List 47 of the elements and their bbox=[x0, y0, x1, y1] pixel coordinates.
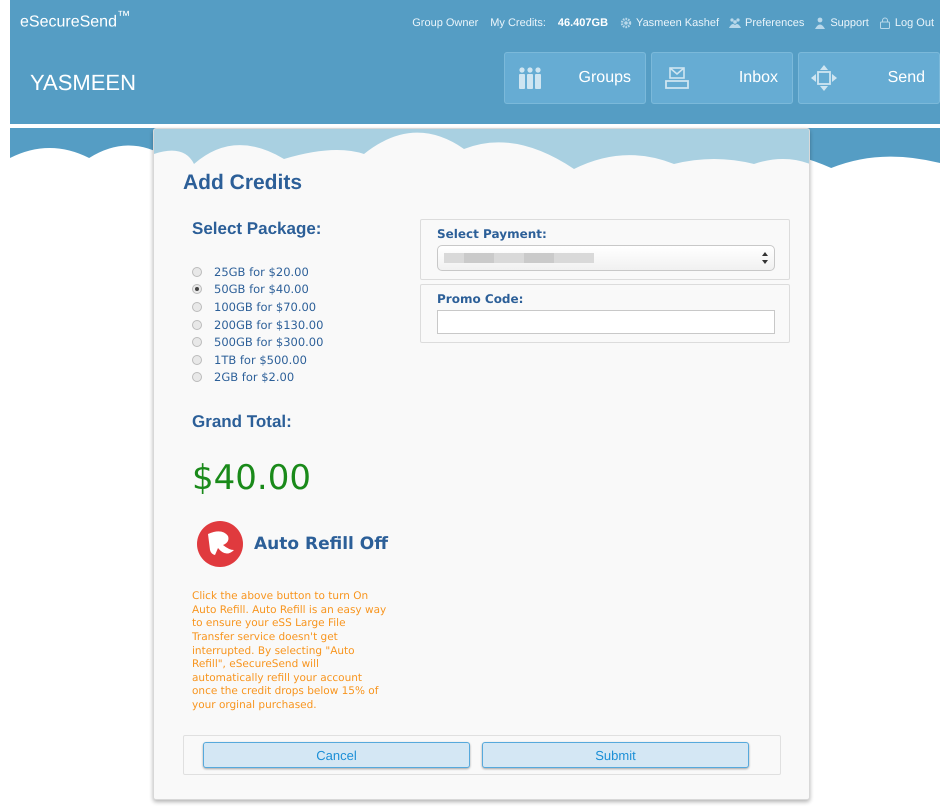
radio-button[interactable] bbox=[192, 372, 202, 382]
lock-icon bbox=[878, 17, 891, 29]
field-label: Promo Code: bbox=[437, 292, 524, 306]
move-arrows-icon bbox=[811, 65, 837, 91]
section-heading: Grand Total: bbox=[192, 412, 293, 432]
nav-tile[interactable]: Groups bbox=[504, 52, 646, 104]
auto-refill-label: Auto Refill Off bbox=[254, 534, 388, 554]
field-label: Select Payment: bbox=[437, 227, 548, 241]
radio-button[interactable] bbox=[192, 354, 202, 365]
form-button[interactable]: Submit bbox=[482, 742, 749, 768]
header-link[interactable]: Log Out bbox=[894, 17, 934, 29]
package-option[interactable]: 25GB for $20.00 bbox=[214, 264, 309, 279]
page-title: Add Credits bbox=[183, 171, 304, 195]
people-icon bbox=[729, 17, 742, 29]
credits-value: 46.407GB bbox=[558, 17, 608, 29]
package-option[interactable]: 50GB for $40.00 bbox=[214, 282, 309, 296]
radio-button[interactable] bbox=[192, 337, 202, 348]
form-button[interactable]: Cancel bbox=[203, 742, 470, 768]
updown-caret-icon bbox=[762, 252, 768, 264]
gear-icon bbox=[620, 17, 632, 29]
header-link[interactable]: Yasmeen Kashef bbox=[636, 17, 720, 29]
role-label: Group Owner bbox=[412, 17, 478, 29]
nav-tile[interactable]: Send bbox=[798, 52, 940, 104]
inbox-icon bbox=[664, 65, 690, 91]
promo-code-field[interactable] bbox=[437, 310, 775, 334]
people-icon bbox=[517, 65, 543, 91]
credits-label: My Credits: bbox=[490, 17, 546, 29]
radio-button[interactable] bbox=[192, 302, 202, 312]
payment-select[interactable] bbox=[437, 245, 775, 271]
logo[interactable]: eSecureSend$^{™}$ bbox=[20, 8, 130, 32]
nav-tile[interactable]: Inbox bbox=[651, 52, 793, 104]
person-icon bbox=[814, 17, 826, 29]
grand-total: $40.00 bbox=[192, 458, 312, 498]
refill-toggle-icon[interactable] bbox=[196, 520, 244, 568]
package-option[interactable]: 500GB for $300.00 bbox=[214, 335, 324, 350]
package-option[interactable]: 100GB for $70.00 bbox=[214, 300, 316, 314]
auto-refill-note: Click the above button to turn On Auto Refill. Auto Refill is an easy way to ensure your eSS Large File Transfer service doesn't get interrupted. By selecting "Auto Refill", eSecureSend will automatically refill your account once the credit drops below 15% of your orginal purchased. bbox=[192, 590, 388, 712]
user-name: YASMEEN bbox=[30, 70, 136, 96]
radio-button[interactable] bbox=[192, 320, 202, 330]
section-heading: Select Package: bbox=[192, 219, 322, 239]
header-link[interactable]: Preferences bbox=[745, 17, 804, 29]
radio-button[interactable] bbox=[192, 284, 202, 294]
package-option[interactable]: 200GB for $130.00 bbox=[214, 318, 324, 332]
package-option[interactable]: 1TB for $500.00 bbox=[214, 352, 307, 367]
header-link[interactable]: Support bbox=[830, 17, 869, 29]
radio-button[interactable] bbox=[192, 266, 202, 277]
package-option[interactable]: 2GB for $2.00 bbox=[214, 370, 294, 384]
